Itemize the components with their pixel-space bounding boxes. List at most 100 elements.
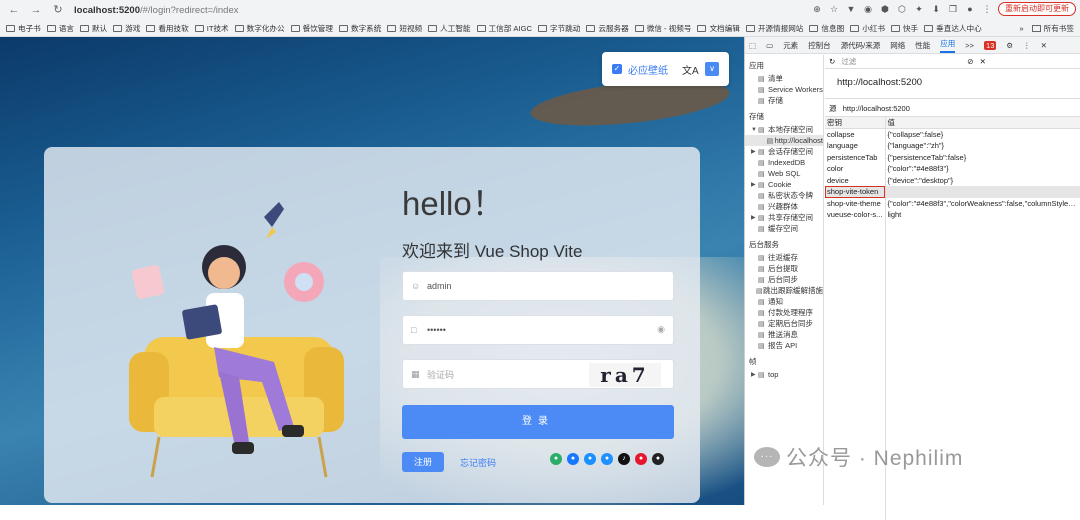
- table-row[interactable]: device {"device":"desktop"}: [825, 174, 1080, 186]
- settings-icon[interactable]: ⚙: [1006, 41, 1013, 50]
- forward-icon[interactable]: →: [28, 2, 44, 18]
- wechat-icon[interactable]: ●: [550, 453, 562, 465]
- sidebar-item[interactable]: ▤ IndexedDB: [745, 157, 823, 168]
- sidebar-item[interactable]: ▶ ▤ top: [745, 369, 823, 380]
- sidebar-item[interactable]: ▶ ▤ Cookie: [745, 179, 823, 190]
- bookmark-item[interactable]: 人工智能: [428, 23, 471, 34]
- bookmark-item[interactable]: 小红书: [850, 23, 885, 34]
- refresh-icon[interactable]: ↻: [829, 57, 835, 66]
- bookmark-item[interactable]: 电子书: [6, 23, 41, 34]
- sidebar-item[interactable]: ▼ ▤ 本地存储空间: [745, 124, 823, 135]
- register-button[interactable]: 注册: [402, 452, 444, 472]
- more-icon[interactable]: ⋮: [1023, 41, 1031, 50]
- devtools-tab[interactable]: 性能: [915, 40, 930, 51]
- device-icon[interactable]: ▭: [766, 41, 773, 50]
- reload-icon[interactable]: ↻: [50, 2, 66, 18]
- value-cell[interactable]: {"color":"#4e88f3","colorWeakness":false…: [885, 197, 1080, 209]
- key-cell[interactable]: device: [825, 174, 886, 186]
- expand-icon[interactable]: ▶: [751, 214, 758, 221]
- sidebar-item[interactable]: ▤ 兴趣群体: [745, 201, 823, 212]
- sidebar-item[interactable]: ▤ 私密状态令牌: [745, 190, 823, 201]
- back-icon[interactable]: ←: [6, 2, 22, 18]
- sidebar-item[interactable]: ▤ 定期后台同步: [745, 318, 823, 329]
- bookmark-item[interactable]: IT技术: [194, 23, 229, 34]
- sidebar-item[interactable]: ▤ 存储: [745, 95, 823, 106]
- sidebar-item[interactable]: ▤ 付款处理程序: [745, 307, 823, 318]
- bookmark-item[interactable]: 云服务器: [586, 23, 629, 34]
- dropdown-icon[interactable]: ∨: [705, 62, 719, 76]
- sidebar-item[interactable]: ▤ Service Workers: [745, 84, 823, 95]
- bookmark-item[interactable]: 文档编辑: [697, 23, 740, 34]
- translate-icon[interactable]: 文A: [682, 62, 699, 77]
- devtools-close-icon[interactable]: ✕: [1041, 41, 1047, 50]
- devtools-tab[interactable]: 元素: [783, 40, 798, 51]
- bookmark-item[interactable]: 游戏: [113, 23, 140, 34]
- all-bookmarks[interactable]: 所有书签: [1044, 23, 1074, 34]
- bookmarks-more[interactable]: »: [1019, 24, 1023, 33]
- toolbar-icon[interactable]: ☆: [828, 3, 840, 15]
- bookmark-item[interactable]: 微信 - 视频号: [634, 23, 691, 34]
- table-row[interactable]: shop-vite-token: [825, 186, 1080, 198]
- clear-icon[interactable]: ⊘: [967, 57, 973, 66]
- table-row[interactable]: language {"language":"zh"}: [825, 140, 1080, 152]
- sidebar-item[interactable]: ▤ 报告 API: [745, 340, 823, 351]
- toolbar-icon[interactable]: ⊕: [811, 3, 823, 15]
- devtools-tab[interactable]: 源代码/来源: [841, 40, 881, 51]
- value-cell[interactable]: {"persistenceTab":false}: [885, 151, 1080, 163]
- username-input[interactable]: ☺ admin: [402, 271, 674, 301]
- inspect-icon[interactable]: ⬚: [749, 41, 756, 50]
- bookmark-item[interactable]: 数字系统: [339, 23, 381, 34]
- table-row[interactable]: color {"color":"#4e88f3"}: [825, 163, 1080, 175]
- bookmark-item[interactable]: 快手: [890, 23, 918, 34]
- key-cell[interactable]: shop-vite-theme: [825, 197, 886, 209]
- value-cell[interactable]: {"device":"desktop"}: [885, 174, 1080, 186]
- bookmark-item[interactable]: 默认: [79, 23, 107, 34]
- toolbar-icon[interactable]: ⬇: [930, 3, 942, 15]
- captcha-input[interactable]: ▦ 验证码 ra7: [402, 359, 674, 389]
- toolbar-icon[interactable]: ⬡: [896, 3, 908, 15]
- key-cell[interactable]: language: [825, 140, 886, 152]
- checkbox-icon[interactable]: ✓: [612, 64, 622, 74]
- sidebar-item[interactable]: ▤ 后台提取: [745, 263, 823, 274]
- expand-icon[interactable]: ▶: [751, 148, 758, 155]
- devtools-tab[interactable]: >>: [965, 41, 974, 50]
- forgot-password-link[interactable]: 忘记密码: [460, 456, 496, 469]
- bookmark-item[interactable]: 开源情报网站: [745, 23, 803, 34]
- password-input[interactable]: □ •••••• ◉: [402, 315, 674, 345]
- sidebar-item[interactable]: ▤ 跳出跟踪缓解措施: [745, 285, 823, 296]
- toolbar-icon[interactable]: ●: [964, 3, 976, 15]
- tiktok-icon[interactable]: ♪: [618, 453, 630, 465]
- table-row[interactable]: vueuse-color-s... light: [825, 209, 1080, 221]
- sidebar-item[interactable]: ▤ http://localhost: [745, 135, 823, 146]
- table-row[interactable]: collapse {"collapse":false}: [825, 128, 1080, 140]
- bookmark-item[interactable]: 数字化办公: [234, 23, 285, 34]
- bookmark-item[interactable]: 看用技软: [146, 23, 189, 34]
- key-cell[interactable]: color: [825, 163, 886, 175]
- devtools-tab[interactable]: 应用: [940, 38, 956, 53]
- address-bar[interactable]: localhost:5200/#/login?redirect=/index: [74, 5, 239, 16]
- bookmark-item[interactable]: 垂直达人中心: [924, 23, 982, 34]
- table-row[interactable]: persistenceTab {"persistenceTab":false}: [825, 151, 1080, 163]
- expand-icon[interactable]: ▶: [751, 371, 758, 378]
- expand-icon[interactable]: ▼: [751, 127, 758, 133]
- value-cell[interactable]: light: [885, 209, 1080, 221]
- close-icon[interactable]: ✕: [980, 57, 986, 66]
- toolbar-icon[interactable]: ⬢: [879, 3, 891, 15]
- error-badge[interactable]: 13: [984, 40, 997, 50]
- value-cell[interactable]: [885, 186, 1080, 198]
- bookmark-item[interactable]: 字节跳动: [538, 23, 580, 34]
- login-button[interactable]: 登录: [402, 405, 674, 439]
- github-icon[interactable]: ●: [652, 453, 664, 465]
- sidebar-item[interactable]: ▤ 后台同步: [745, 274, 823, 285]
- filter-input[interactable]: 过滤: [841, 56, 961, 67]
- key-cell[interactable]: vueuse-color-s...: [825, 209, 886, 221]
- key-cell[interactable]: shop-vite-token: [825, 186, 886, 198]
- sidebar-item[interactable]: ▤ 往返缓存: [745, 252, 823, 263]
- devtools-tab[interactable]: 网络: [890, 40, 905, 51]
- sidebar-item[interactable]: ▶ ▤ 会话存储空间: [745, 146, 823, 157]
- dingtalk-icon[interactable]: ●: [584, 453, 596, 465]
- bookmark-item[interactable]: 工信部 AIGC: [476, 23, 532, 34]
- toolbar-icon[interactable]: ❐: [947, 3, 959, 15]
- toolbar-icon[interactable]: ✦: [913, 3, 925, 15]
- expand-icon[interactable]: ▶: [751, 181, 758, 188]
